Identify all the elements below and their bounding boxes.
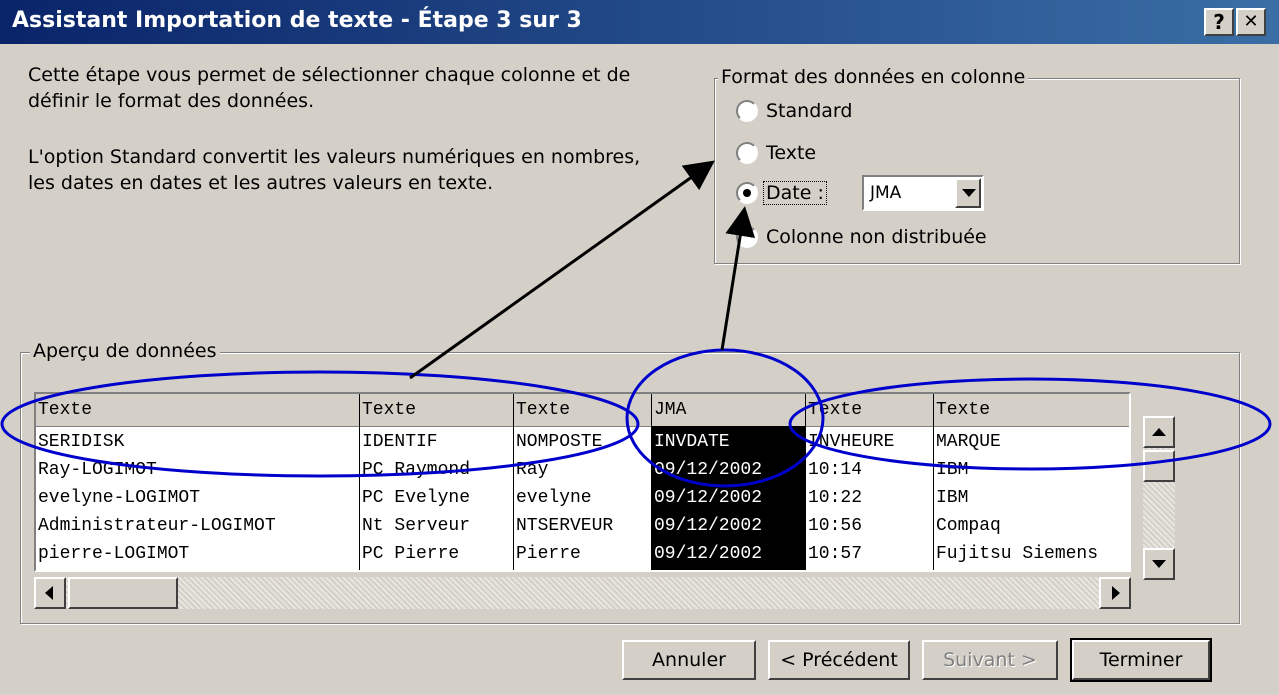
radio-texte-label[interactable]: Texte [766, 142, 816, 164]
table-cell: NTSERVEUR [516, 516, 614, 536]
column-divider[interactable] [359, 394, 360, 570]
arrow-left-icon [45, 586, 53, 600]
window-title: Assistant Importation de texte - Étape 3… [12, 8, 582, 33]
table-cell: Fujitsu Siemens [936, 544, 1099, 564]
table-cell: INVDATE [652, 428, 806, 456]
column-divider[interactable] [513, 394, 514, 570]
column-divider[interactable] [805, 394, 806, 570]
data-preview-table[interactable]: Texte Texte Texte JMA Texte Texte SERIDI… [34, 392, 1131, 572]
table-cell: 09/12/2002 [652, 540, 806, 568]
table-cell: 10:22 [808, 488, 863, 508]
close-button[interactable]: ✕ [1236, 8, 1266, 36]
scroll-left-button[interactable] [34, 577, 66, 609]
table-cell: evelyne-LOGIMOT [38, 488, 201, 508]
table-cell: MARQUE [936, 432, 1001, 452]
table-cell: IDENTIF [362, 432, 438, 452]
vertical-scrollbar[interactable] [1143, 416, 1175, 580]
table-cell: Administrateur-LOGIMOT [38, 516, 276, 536]
annotation-arrow-to-texte [409, 160, 715, 380]
arrow-down-icon [1152, 560, 1166, 568]
radio-date-label[interactable]: Date : [763, 181, 827, 205]
table-cell: 09/12/2002 [652, 484, 806, 512]
intro-line-2: définir le format des données. [28, 90, 315, 112]
date-format-select[interactable]: JMA [862, 175, 984, 211]
table-cell: SERIDISK [38, 432, 125, 452]
dropdown-button[interactable] [955, 178, 981, 208]
table-cell: Ray [516, 460, 549, 480]
next-button[interactable]: Suivant > [922, 640, 1058, 680]
column-divider[interactable] [933, 394, 934, 570]
intro-line-3: L'option Standard convertit les valeurs … [28, 146, 641, 168]
scroll-right-button[interactable] [1099, 577, 1131, 609]
table-cell: 10:14 [808, 460, 863, 480]
horizontal-scrollbar[interactable] [34, 577, 1131, 609]
column-header[interactable]: JMA [652, 396, 806, 424]
intro-line-4: les dates en dates et les autres valeurs… [28, 172, 494, 194]
title-bar: Assistant Importation de texte - Étape 3… [0, 0, 1279, 44]
table-cell: PC Pierre [362, 544, 460, 564]
radio-non-distribuee-label[interactable]: Colonne non distribuée [766, 226, 987, 248]
table-cell: IBM [936, 488, 969, 508]
finish-button[interactable]: Terminer [1070, 638, 1212, 682]
radio-date[interactable] [736, 182, 758, 204]
column-header[interactable]: Texte [360, 396, 514, 424]
date-format-value: JMA [870, 183, 902, 203]
radio-texte[interactable] [736, 142, 758, 164]
table-cell: NOMPOSTE [516, 432, 603, 452]
column-header[interactable]: Texte [806, 396, 934, 424]
table-cell: evelyne [516, 488, 592, 508]
table-cell: 10:57 [808, 544, 863, 564]
format-group-legend: Format des données en colonne [718, 66, 1029, 88]
table-cell: INVHEURE [808, 432, 895, 452]
radio-standard-label[interactable]: Standard [766, 100, 852, 122]
column-header[interactable]: Texte [36, 396, 360, 424]
table-cell: Pierre [516, 544, 581, 564]
column-divider[interactable] [651, 394, 652, 570]
table-cell: Compaq [936, 516, 1001, 536]
scroll-up-button[interactable] [1143, 416, 1175, 448]
table-cell: 10:56 [808, 516, 863, 536]
column-header[interactable]: Texte [934, 396, 1129, 424]
table-cell: 09/12/2002 [652, 512, 806, 540]
horizontal-scroll-thumb[interactable] [68, 577, 178, 609]
table-cell: Nt Serveur [362, 516, 471, 536]
intro-line-1: Cette étape vous permet de sélectionner … [28, 64, 631, 86]
arrow-right-icon [1112, 586, 1120, 600]
chevron-down-icon [962, 189, 976, 197]
help-button[interactable]: ? [1204, 8, 1234, 36]
scroll-thumb[interactable] [1143, 450, 1175, 482]
preview-group-legend: Aperçu de données [30, 340, 220, 362]
table-cell: Ray-LOGIMOT [38, 460, 157, 480]
radio-standard[interactable] [736, 100, 758, 122]
table-cell: IBM [936, 460, 969, 480]
cancel-button[interactable]: Annuler [622, 640, 756, 680]
radio-selected-dot [743, 189, 751, 197]
arrow-up-icon [1152, 428, 1166, 436]
radio-non-distribuee[interactable] [736, 226, 758, 248]
scroll-down-button[interactable] [1143, 548, 1175, 580]
column-header[interactable]: Texte [514, 396, 652, 424]
table-cell: pierre-LOGIMOT [38, 544, 190, 564]
table-cell: 09/12/2002 [652, 456, 806, 484]
table-cell: PC Evelyne [362, 488, 471, 508]
previous-button[interactable]: < Précédent [768, 640, 910, 680]
table-cell: PC Raymond [362, 460, 471, 480]
